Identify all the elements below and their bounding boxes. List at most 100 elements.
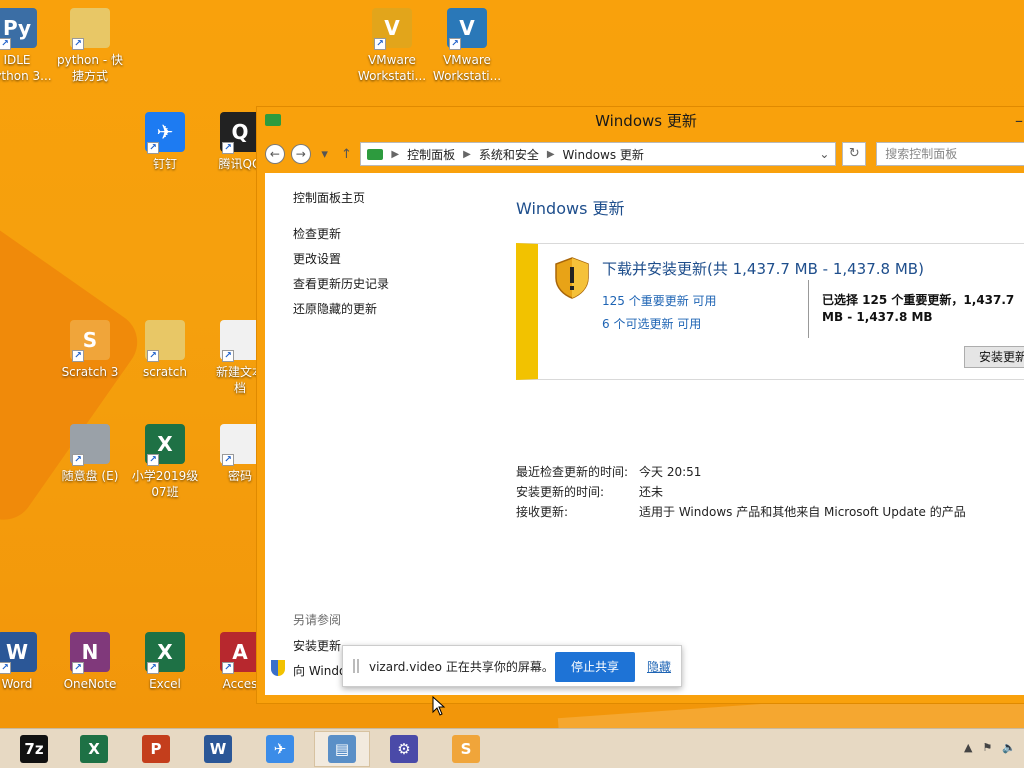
desktop-icon[interactable]: W ↗ Word bbox=[0, 632, 54, 692]
chevron-down-icon[interactable]: ▾ bbox=[317, 147, 333, 162]
desktop-icon-label: 随意盘 (E) bbox=[61, 469, 119, 483]
minimize-button[interactable]: – bbox=[1015, 107, 1023, 135]
desktop-icon-label: IDLE (Python 3... bbox=[0, 53, 52, 83]
app-icon: ↗ bbox=[145, 320, 185, 362]
address-bar-row: ← → ▾ ↑ ▶ 控制面板 ▶ 系统和安全 ▶ Windows 更新 ⌄ ↻ … bbox=[265, 137, 1024, 171]
desktop-icon[interactable]: ↗ 随意盘 (E) bbox=[53, 424, 127, 484]
app-icon: N ↗ bbox=[70, 632, 110, 674]
info-value: 今天 20:51 bbox=[639, 465, 702, 479]
hide-link[interactable]: 隐藏 bbox=[647, 658, 671, 675]
selected-updates-text: 已选择 125 个重要更新，1,437.7 MB - 1,437.8 MB bbox=[822, 293, 1015, 324]
nav-restore-hidden[interactable]: 还原隐藏的更新 bbox=[293, 300, 377, 317]
see-also-heading: 另请参阅 bbox=[293, 613, 342, 627]
shortcut-arrow-icon: ↗ bbox=[222, 142, 234, 154]
desktop-icon-label: 小学2019级 07班 bbox=[131, 469, 199, 499]
app-icon: X ↗ bbox=[145, 632, 185, 674]
breadcrumb-separator-icon: ▶ bbox=[546, 148, 555, 160]
breadcrumb-control-panel[interactable]: 控制面板 bbox=[407, 146, 455, 163]
app-icon: S ↗ bbox=[70, 320, 110, 362]
shortcut-arrow-icon: ↗ bbox=[72, 662, 84, 674]
7zip-icon: 7z bbox=[20, 735, 48, 763]
info-value: 适用于 Windows 产品和其他来自 Microsoft Update 的产品 bbox=[639, 505, 966, 519]
breadcrumb-separator-icon: ▶ bbox=[391, 148, 400, 160]
taskbar-control-panel[interactable]: ▤ bbox=[314, 731, 370, 767]
desktop-icon[interactable]: Py↗IDLE (Python 3... bbox=[0, 8, 54, 84]
breadcrumb-system-security[interactable]: 系统和安全 bbox=[479, 146, 539, 163]
desktop-icon-label: 钉钉 bbox=[152, 157, 177, 171]
app-icon: V ↗ bbox=[372, 8, 412, 50]
powerpoint-icon: P bbox=[142, 735, 170, 763]
window-titlebar[interactable]: Windows 更新 – bbox=[257, 107, 1024, 135]
back-icon[interactable]: ← bbox=[265, 144, 285, 164]
optional-updates-link[interactable]: 6 个可选更新 可用 bbox=[602, 315, 701, 332]
taskbar-dingtalk[interactable]: ✈ bbox=[252, 731, 308, 767]
screen-share-toast: vizard.video 正在共享你的屏幕。 停止共享 隐藏 bbox=[342, 645, 682, 687]
app-icon: ↗ bbox=[220, 320, 260, 362]
nav-update-history[interactable]: 查看更新历史记录 bbox=[293, 275, 389, 292]
control-panel-icon: ▤ bbox=[328, 735, 356, 763]
word-icon: W bbox=[204, 735, 232, 763]
shortcut-arrow-icon: ↗ bbox=[0, 662, 11, 674]
tray-expand-icon[interactable]: ▲ bbox=[964, 741, 972, 754]
install-updates-button[interactable]: 安装更新 bbox=[964, 346, 1024, 368]
app-icon: A ↗ bbox=[220, 632, 260, 674]
desktop-icon-label: scratch bbox=[142, 365, 188, 379]
info-label: 接收更新: bbox=[516, 505, 569, 519]
address-box[interactable]: ▶ 控制面板 ▶ 系统和安全 ▶ Windows 更新 ⌄ bbox=[360, 142, 837, 166]
desktop-icon[interactable]: ↗ python - 快 捷方式 bbox=[53, 8, 127, 84]
desktop-icon[interactable]: S ↗ Scratch 3 bbox=[53, 320, 127, 380]
app-icon: V ↗ bbox=[447, 8, 487, 50]
shortcut-arrow-icon: ↗ bbox=[374, 38, 386, 50]
flag-icon[interactable]: ⚑ bbox=[982, 741, 992, 754]
app-icon: X ↗ bbox=[145, 424, 185, 466]
nav-change-settings[interactable]: 更改设置 bbox=[293, 250, 341, 267]
panel-divider bbox=[808, 280, 809, 338]
shortcut-arrow-icon: ↗ bbox=[147, 662, 159, 674]
desktop-icon-label: OneNote bbox=[63, 677, 117, 691]
important-updates-link[interactable]: 125 个重要更新 可用 bbox=[602, 292, 717, 309]
desktop-icon-label: python - 快 捷方式 bbox=[57, 53, 123, 83]
desktop-icon[interactable]: ✈ ↗ 钉钉 bbox=[128, 112, 202, 172]
taskbar-word[interactable]: W bbox=[190, 731, 246, 767]
page-title: Windows 更新 bbox=[516, 199, 625, 218]
shortcut-arrow-icon: ↗ bbox=[0, 38, 11, 50]
taskbar-powerpoint[interactable]: P bbox=[128, 731, 184, 767]
taskbar-7zip[interactable]: 7z bbox=[6, 731, 62, 767]
taskbar: 7z X P W ✈ ▤ ⚙ S ▲ ⚑ 🔈 bbox=[0, 728, 1024, 768]
app-icon: ↗ bbox=[70, 424, 110, 466]
desktop-icon[interactable]: X ↗ Excel bbox=[128, 632, 202, 692]
desktop-icon[interactable]: N ↗ OneNote bbox=[53, 632, 127, 692]
drag-handle-icon[interactable] bbox=[353, 659, 359, 673]
shortcut-arrow-icon: ↗ bbox=[147, 142, 159, 154]
shortcut-arrow-icon: ↗ bbox=[72, 38, 84, 50]
desktop-icon[interactable]: V ↗ VMware Workstati... bbox=[430, 8, 504, 84]
taskbar-excel[interactable]: X bbox=[66, 731, 122, 767]
nav-check-updates[interactable]: 检查更新 bbox=[293, 225, 341, 242]
mouse-cursor-icon bbox=[432, 696, 446, 716]
stop-sharing-button[interactable]: 停止共享 bbox=[555, 652, 635, 682]
breadcrumb-windows-update[interactable]: Windows 更新 bbox=[563, 146, 644, 163]
shortcut-arrow-icon: ↗ bbox=[72, 454, 84, 466]
nav-control-panel-home[interactable]: 控制面板主页 bbox=[293, 189, 365, 206]
search-input[interactable]: 搜索控制面板 bbox=[876, 142, 1024, 166]
desktop-icon[interactable]: ↗ scratch bbox=[128, 320, 202, 380]
address-dropdown-icon[interactable]: ⌄ bbox=[819, 147, 829, 161]
desktop-icon-label: VMware Workstati... bbox=[357, 53, 427, 83]
info-label: 最近检查更新的时间: bbox=[516, 465, 629, 479]
volume-icon[interactable]: 🔈 bbox=[1002, 741, 1016, 754]
refresh-icon[interactable]: ↻ bbox=[842, 142, 867, 166]
taskbar-scratch[interactable]: S bbox=[438, 731, 494, 767]
app-icon: W ↗ bbox=[0, 632, 37, 674]
up-arrow-icon[interactable]: ↑ bbox=[339, 147, 355, 162]
desktop-icon[interactable]: X ↗ 小学2019级 07班 bbox=[128, 424, 202, 500]
forward-icon[interactable]: → bbox=[290, 144, 311, 164]
control-panel-icon bbox=[367, 148, 384, 160]
nav-windows-link[interactable]: 向 Windo bbox=[293, 662, 346, 679]
desktop-icon[interactable]: V ↗ VMware Workstati... bbox=[355, 8, 429, 84]
nav-installed-updates[interactable]: 安装更新 bbox=[293, 637, 341, 654]
desktop-icon-label: Word bbox=[1, 677, 33, 691]
shield-icon bbox=[271, 660, 285, 676]
update-status-panel: 下载并安装更新(共 1,437.7 MB - 1,437.8 MB) 125 个… bbox=[516, 243, 1024, 380]
app-icon: ↗ bbox=[220, 424, 260, 466]
taskbar-settings[interactable]: ⚙ bbox=[376, 731, 432, 767]
